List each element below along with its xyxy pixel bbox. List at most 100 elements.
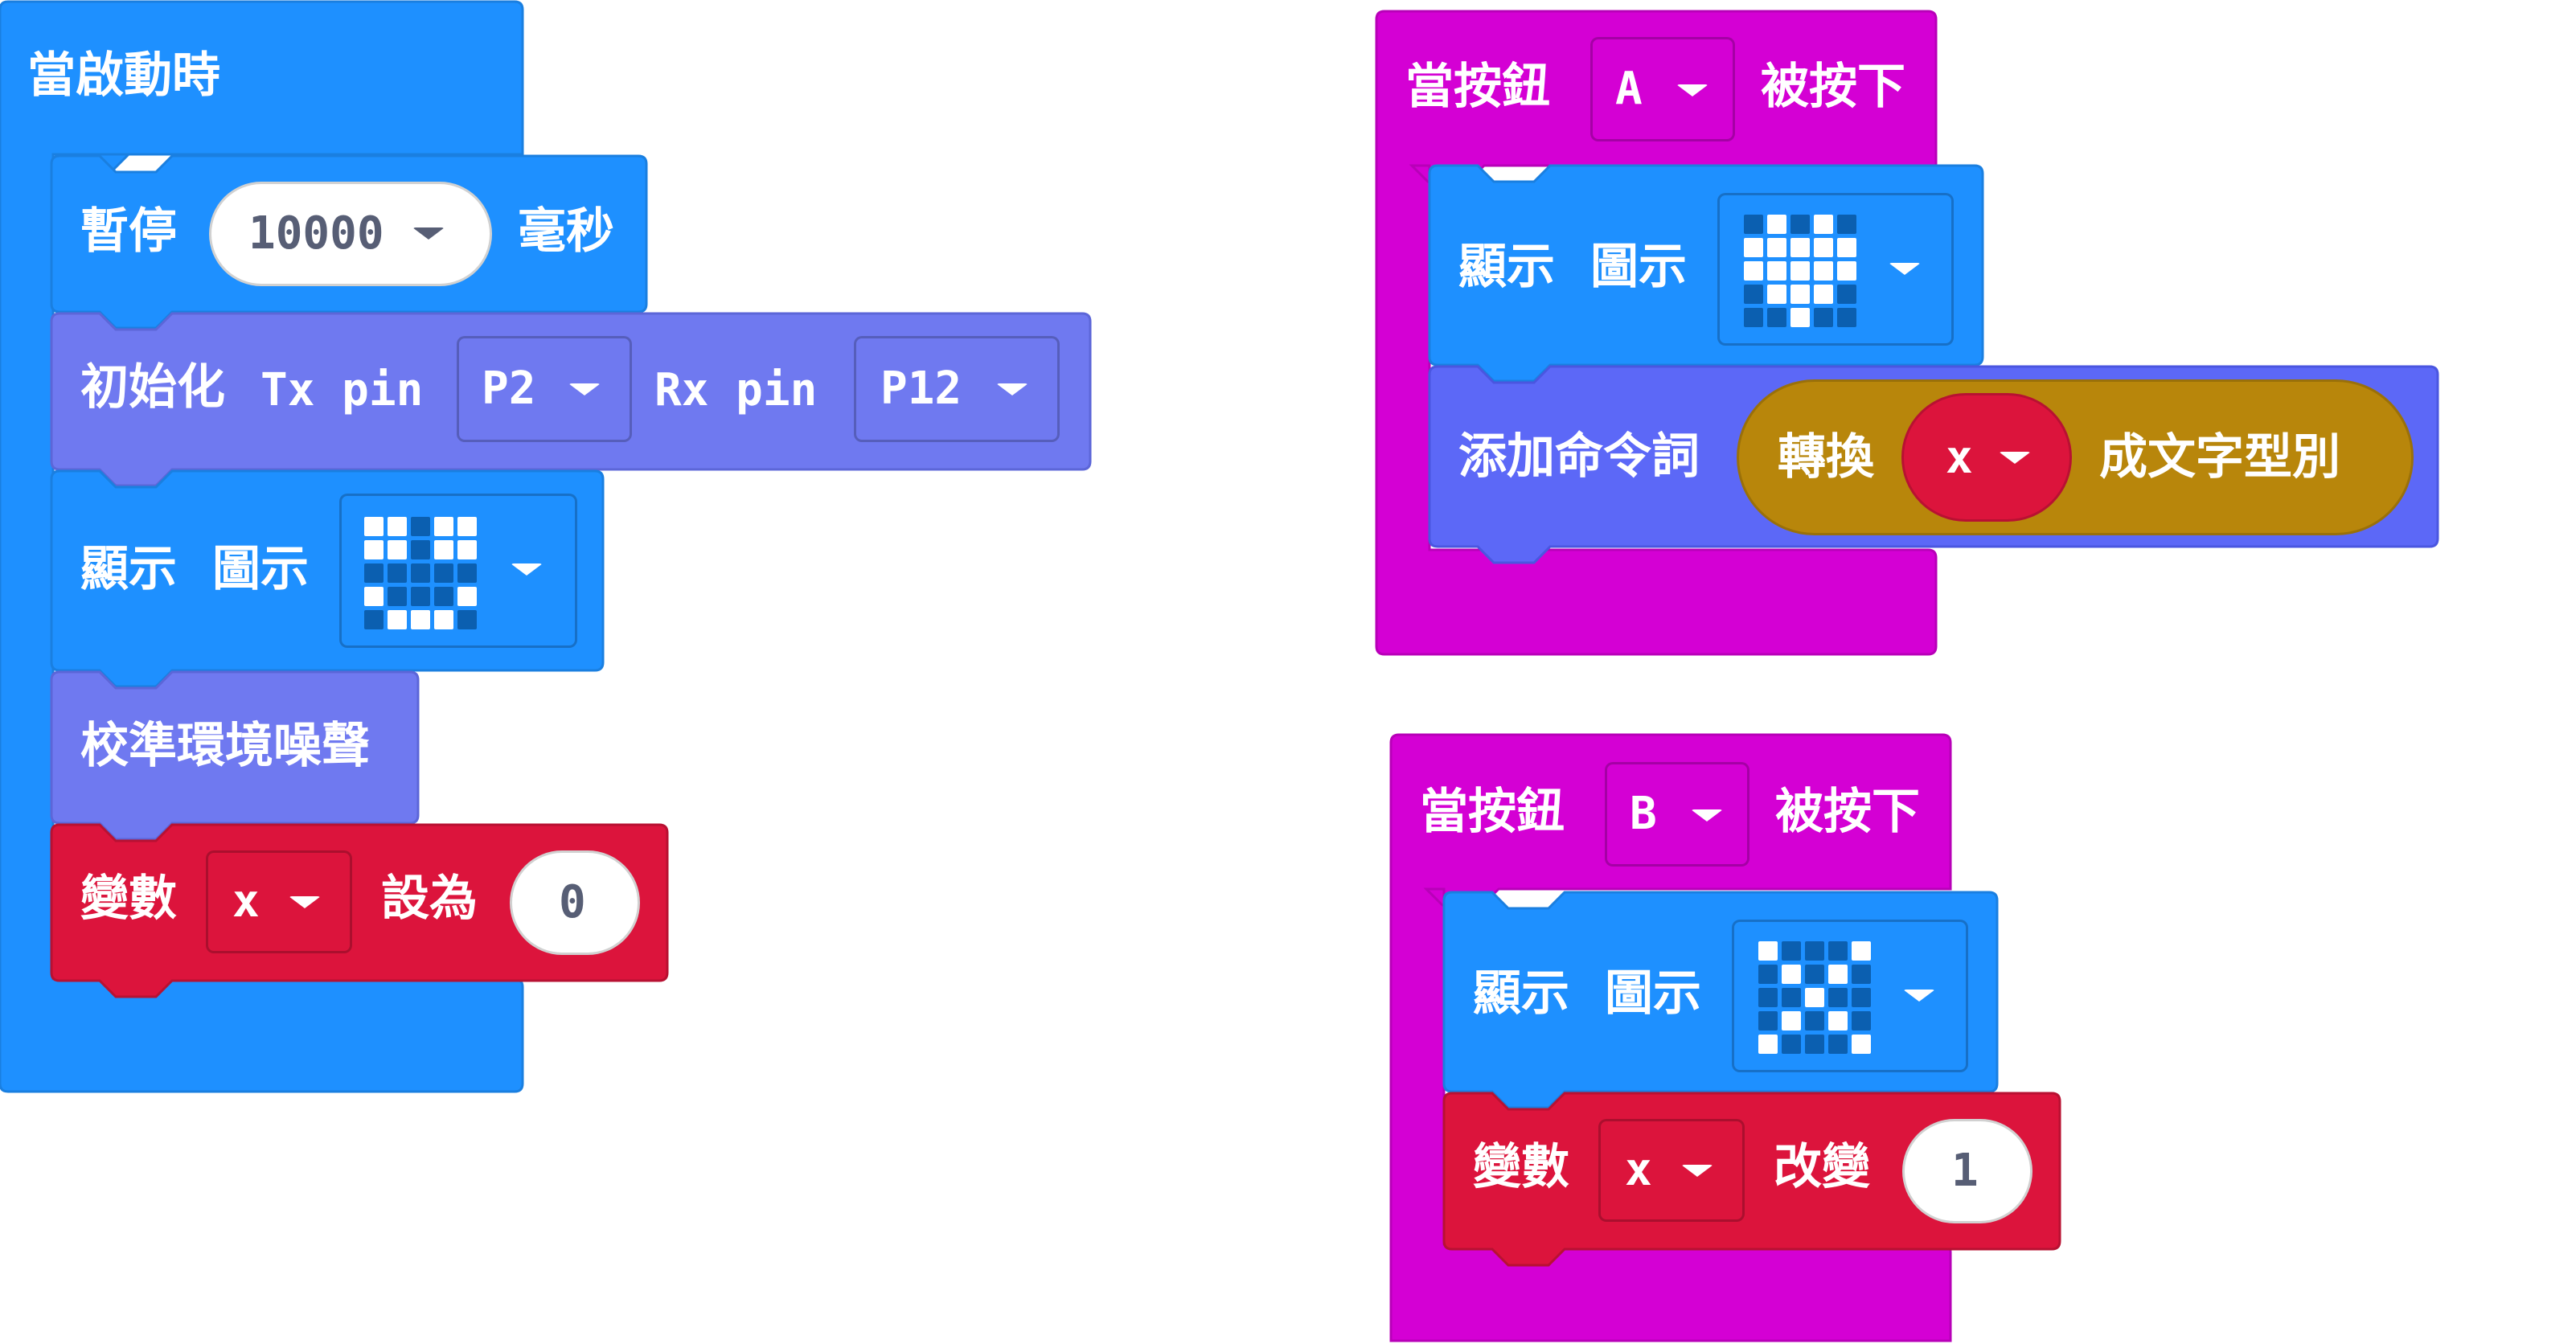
calibrate-noise-label: 校準環境噪聲 — [80, 718, 370, 774]
set-value: 0 — [559, 876, 586, 928]
button-b-dropdown[interactable]: B — [1605, 762, 1749, 867]
set-variable-block[interactable]: 變數 x 設為 0 — [50, 823, 669, 998]
tx-pin-label: Tx pin — [260, 364, 424, 416]
icon-picker-dropdown[interactable] — [339, 494, 577, 648]
led-pixel — [1790, 238, 1810, 257]
led-pixel — [1758, 941, 1778, 961]
to-text-type-label: 成文字型別 — [2099, 429, 2340, 486]
variable-dropdown[interactable]: x — [1598, 1119, 1745, 1222]
led-pixel — [411, 587, 430, 606]
convert-to-text-block[interactable]: 轉換 x 成文字型別 — [1737, 379, 2414, 535]
led-pixel — [1814, 215, 1833, 234]
led-pixel — [1782, 1035, 1801, 1054]
led-pixel — [1758, 965, 1778, 984]
led-pixel — [457, 540, 477, 559]
chevron-down-icon — [1681, 1165, 1713, 1177]
led-pixel — [1837, 308, 1856, 327]
led-pixel — [1814, 261, 1833, 281]
pause-duration-input[interactable]: 10000 — [209, 182, 492, 286]
show-icon-block-b[interactable]: 顯示 圖示 — [1442, 891, 1999, 1109]
pause-block[interactable]: 暫停 10000 毫秒 — [50, 154, 648, 330]
led-pixel — [1767, 215, 1786, 234]
chevron-down-icon — [1676, 84, 1708, 96]
led-pixel — [1744, 308, 1763, 327]
led-pixel — [388, 563, 407, 583]
variable-label: 變數 — [80, 871, 177, 927]
led-pixel — [1790, 308, 1810, 327]
chevron-down-icon — [289, 896, 321, 908]
led-pixel — [1758, 988, 1778, 1007]
chevron-down-icon — [568, 383, 601, 395]
led-pixel — [388, 540, 407, 559]
led-pixel — [1744, 238, 1763, 257]
led-pixel — [1852, 1035, 1871, 1054]
led-pixel — [388, 517, 407, 536]
icon-picker-dropdown[interactable] — [1732, 920, 1968, 1072]
led-pixel — [1837, 238, 1856, 257]
rx-pin-value: P12 — [880, 363, 962, 415]
icon-label: 圖示 — [212, 541, 309, 597]
pause-unit: 毫秒 — [518, 203, 614, 260]
show-icon-block-start[interactable]: 顯示 圖示 — [50, 469, 605, 688]
set-value-input[interactable]: 0 — [510, 850, 640, 955]
led-pixel — [1828, 1035, 1848, 1054]
led-pixel — [1782, 988, 1801, 1007]
led-pixel — [1782, 941, 1801, 961]
convert-label: 轉換 — [1778, 429, 1874, 486]
led-pixel — [1744, 215, 1763, 234]
led-pixel — [434, 517, 453, 536]
chevron-down-icon — [1999, 452, 2031, 464]
led-pixel — [411, 517, 430, 536]
led-pixel — [1805, 965, 1824, 984]
show-icon-block-a[interactable]: 顯示 圖示 — [1428, 164, 1984, 383]
heart-icon — [1744, 215, 1856, 327]
led-pixel — [364, 540, 384, 559]
led-pixel — [364, 610, 384, 629]
icon-label: 圖示 — [1590, 239, 1687, 295]
pressed-label: 被按下 — [1775, 784, 1920, 840]
led-pixel — [1852, 988, 1871, 1007]
led-pixel — [1805, 988, 1824, 1007]
led-pixel — [457, 517, 477, 536]
variable-x-reporter[interactable]: x — [1901, 393, 2072, 522]
change-variable-block[interactable]: 變數 x 改變 1 — [1442, 1092, 2061, 1267]
led-pixel — [411, 540, 430, 559]
led-pixel — [457, 610, 477, 629]
add-command-label: 添加命令詞 — [1458, 428, 1700, 485]
led-pixel — [364, 517, 384, 536]
chevron-down-icon — [996, 383, 1028, 395]
led-pixel — [1758, 1011, 1778, 1031]
change-value-input[interactable]: 1 — [1902, 1119, 2032, 1223]
led-pixel — [1828, 941, 1848, 961]
serial-init-block[interactable]: 初始化 Tx pin P2 Rx pin P12 — [50, 312, 1092, 487]
led-pixel — [388, 587, 407, 606]
on-start-label: 當啟動時 — [27, 47, 220, 104]
rx-pin-dropdown[interactable]: P12 — [854, 336, 1060, 442]
pause-duration-value: 10000 — [248, 207, 384, 260]
add-command-block[interactable]: 添加命令詞 轉換 x 成文字型別 — [1428, 365, 2439, 564]
chevron-down-icon — [1691, 809, 1723, 822]
set-to-label: 設為 — [381, 871, 478, 927]
button-a-dropdown[interactable]: A — [1590, 37, 1735, 141]
led-pixel — [1767, 308, 1786, 327]
calibrate-noise-block[interactable]: 校準環境噪聲 — [50, 670, 420, 841]
variable-name: x — [1625, 1144, 1652, 1196]
chevron-down-icon — [412, 227, 445, 240]
led-pixel — [1828, 988, 1848, 1007]
tx-pin-dropdown[interactable]: P2 — [457, 336, 632, 442]
chevron-down-icon — [1889, 263, 1921, 275]
variable-dropdown[interactable]: x — [206, 850, 352, 953]
led-pixel — [1782, 1011, 1801, 1031]
show-label: 顯示 — [1473, 965, 1569, 1022]
led-pixel — [411, 563, 430, 583]
led-pixel — [1790, 285, 1810, 304]
led-pixel — [364, 587, 384, 606]
led-pixel — [434, 610, 453, 629]
led-pixel — [1837, 261, 1856, 281]
show-label: 顯示 — [1458, 239, 1555, 295]
led-pixel — [1805, 1035, 1824, 1054]
icon-picker-dropdown[interactable] — [1717, 193, 1954, 346]
led-pixel — [1828, 965, 1848, 984]
led-pixel — [1805, 941, 1824, 961]
serial-init-label: 初始化 — [80, 359, 225, 416]
